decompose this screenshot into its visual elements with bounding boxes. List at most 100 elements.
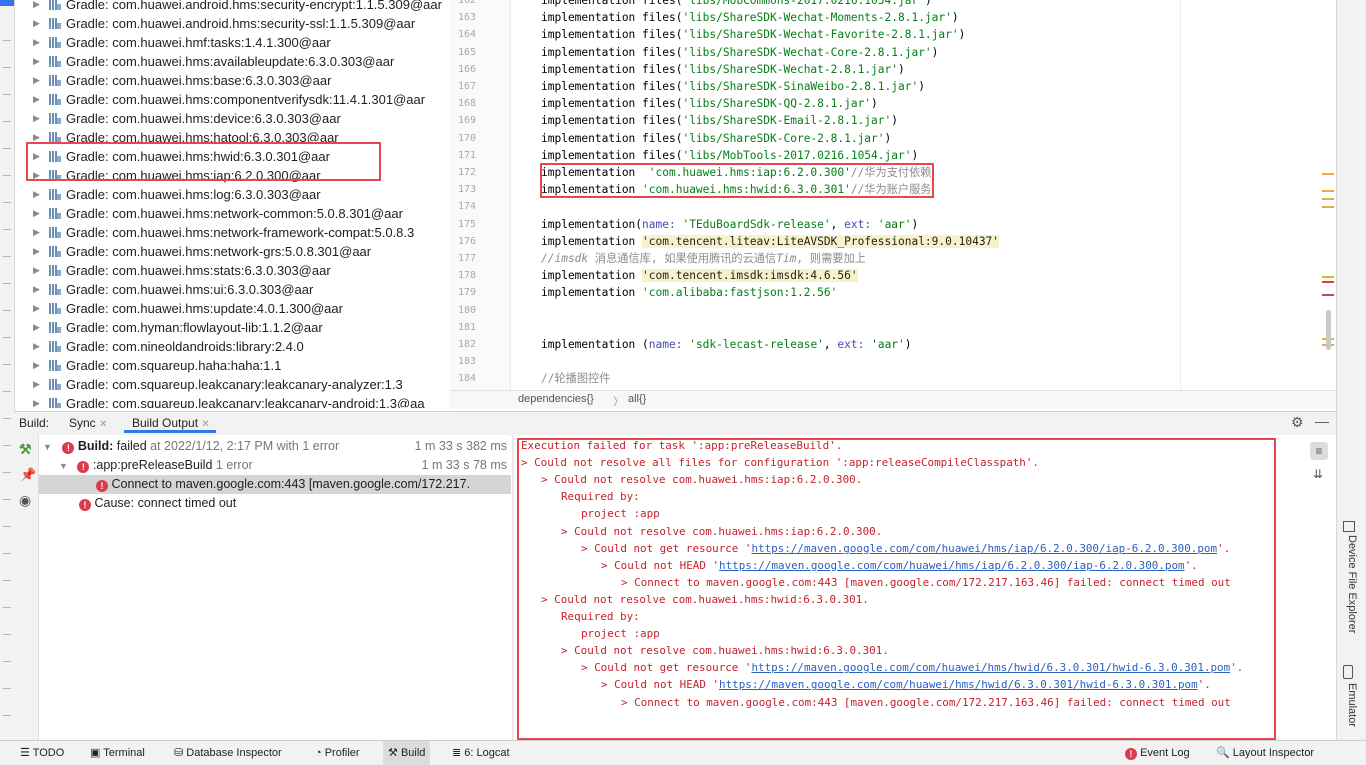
- project-tree-row[interactable]: ▶ Gradle: com.huawei.hms:device:6.3.0.303…: [15, 109, 449, 128]
- close-icon[interactable]: ✕: [201, 419, 209, 430]
- code-editor[interactable]: implementation files('libs/MobCommons-20…: [511, 0, 1179, 390]
- chevron-down-icon[interactable]: ▼: [59, 461, 68, 471]
- hammer-icon[interactable]: ⚒: [19, 441, 32, 458]
- code-line[interactable]: implementation files('libs/ShareSDK-Wech…: [541, 61, 905, 78]
- chevron-right-icon[interactable]: ▶: [33, 261, 43, 280]
- project-tree-row[interactable]: ▶ Gradle: com.huawei.hms:update:4.0.1.300…: [15, 299, 449, 318]
- project-tree[interactable]: ▶ Gradle: com.huawei.android.hms:security…: [15, 0, 449, 408]
- build-tree-row[interactable]: ▼ ! Build: failed at 2022/1/12, 2:17 PM …: [43, 437, 511, 456]
- build-tree-row[interactable]: ▼ ! :app:preReleaseBuild 1 error 1 m 33 …: [59, 456, 511, 475]
- breadcrumb-item[interactable]: all{}: [628, 393, 646, 405]
- chevron-right-icon[interactable]: ▶: [33, 242, 43, 261]
- code-line[interactable]: implementation files('libs/ShareSDK-QQ-2…: [541, 95, 878, 112]
- code-line[interactable]: implementation files('libs/MobCommons-20…: [541, 0, 932, 9]
- eye-icon[interactable]: ◉: [19, 492, 31, 509]
- code-line[interactable]: implementation 'com.tencent.liteav:LiteA…: [541, 233, 1000, 250]
- console-link[interactable]: https://maven.google.com/com/huawei/hms/…: [751, 542, 1217, 555]
- chevron-right-icon[interactable]: ▶: [33, 299, 43, 318]
- breadcrumb-item[interactable]: dependencies{}: [518, 393, 594, 405]
- warning-marker[interactable]: [1322, 276, 1334, 278]
- code-line[interactable]: //轮播图控件: [541, 370, 610, 387]
- project-tree-row[interactable]: ▶ Gradle: com.huawei.android.hms:security…: [15, 0, 449, 14]
- code-line[interactable]: implementation files('libs/ShareSDK-Core…: [541, 130, 891, 147]
- code-line[interactable]: implementation 'com.huawei.hms:hwid:6.3.…: [541, 181, 931, 198]
- code-line[interactable]: implementation files('libs/ShareSDK-Sina…: [541, 78, 925, 95]
- chevron-right-icon[interactable]: ▶: [33, 52, 43, 71]
- warning-marker[interactable]: [1322, 173, 1334, 175]
- build-tree-row[interactable]: ! Cause: connect timed out: [79, 494, 236, 513]
- chevron-right-icon[interactable]: ▶: [33, 394, 43, 408]
- chevron-right-icon[interactable]: ▶: [33, 128, 43, 147]
- chevron-down-icon[interactable]: ▼: [43, 442, 52, 452]
- project-tree-row[interactable]: ▶ Gradle: com.huawei.hms:network-framewor…: [15, 223, 449, 242]
- device-file-explorer-tab[interactable]: Device File Explorer: [1346, 535, 1358, 633]
- chevron-right-icon[interactable]: ▶: [33, 280, 43, 299]
- terminal-tab[interactable]: ▣ Terminal: [90, 741, 145, 765]
- chevron-right-icon[interactable]: ▶: [33, 14, 43, 33]
- project-tree-row[interactable]: ▶ Gradle: com.squareup.leakcanary:leakcan…: [15, 375, 449, 394]
- code-line[interactable]: //imsdk 消息通信库, 如果使用腾讯的云通信Tim, 则需要加上: [541, 250, 866, 267]
- project-tree-row[interactable]: ▶ Gradle: com.squareup.haha:haha:1.1: [15, 356, 449, 375]
- editor-scrollbar-thumb[interactable]: [1326, 310, 1331, 350]
- code-line[interactable]: implementation 'com.tencent.imsdk:imsdk:…: [541, 267, 858, 284]
- build-tab[interactable]: ⚒ Build: [383, 741, 431, 765]
- code-line[interactable]: implementation files('libs/MobTools-2017…: [541, 147, 918, 164]
- build-output-console[interactable]: Execution failed for task ':app:preRelea…: [514, 435, 1304, 740]
- project-tree-row[interactable]: ▶ Gradle: com.huawei.hmf:tasks:1.4.1.300@…: [15, 33, 449, 52]
- code-line[interactable]: implementation files('libs/ShareSDK-Wech…: [541, 44, 938, 61]
- code-line[interactable]: implementation (name: 'sdk-lecast-releas…: [541, 336, 912, 353]
- close-icon[interactable]: ✕: [99, 419, 107, 430]
- code-line[interactable]: implementation(name: 'TEduBoardSdk-relea…: [541, 216, 918, 233]
- minimize-icon[interactable]: —: [1315, 413, 1329, 429]
- chevron-right-icon[interactable]: ▶: [33, 90, 43, 109]
- warning-marker[interactable]: [1322, 198, 1334, 200]
- scroll-to-end-icon[interactable]: ⇊: [1313, 467, 1323, 481]
- console-link[interactable]: https://maven.google.com/com/huawei/hms/…: [719, 678, 1198, 691]
- warning-marker[interactable]: [1322, 190, 1334, 192]
- project-tree-row[interactable]: ▶ Gradle: com.squareup.leakcanary:leakcan…: [15, 394, 449, 408]
- editor-error-stripe[interactable]: [1320, 0, 1336, 390]
- project-tree-row[interactable]: ▶ Gradle: com.huawei.hms:componentverifys…: [15, 90, 449, 109]
- project-tree-row[interactable]: ▶ Gradle: com.huawei.hms:network-grs:5.0.…: [15, 242, 449, 261]
- chevron-right-icon[interactable]: ▶: [33, 356, 43, 375]
- build-tree-row-selected[interactable]: ! Connect to maven.google.com:443 [maven…: [39, 475, 511, 494]
- project-tree-row[interactable]: ▶ Gradle: com.hyman:flowlayout-lib:1.1.2@…: [15, 318, 449, 337]
- chevron-right-icon[interactable]: ▶: [33, 223, 43, 242]
- logcat-tab[interactable]: ≣ 6: Logcat: [452, 741, 510, 765]
- warning-marker[interactable]: [1322, 206, 1334, 208]
- code-line[interactable]: implementation files('libs/ShareSDK-Wech…: [541, 9, 959, 26]
- code-line[interactable]: implementation 'com.alibaba:fastjson:1.2…: [541, 284, 837, 301]
- code-line[interactable]: implementation files('libs/ShareSDK-Emai…: [541, 112, 898, 129]
- project-tree-row[interactable]: ▶ Gradle: com.huawei.hms:availableupdate:…: [15, 52, 449, 71]
- chevron-right-icon[interactable]: ▶: [33, 375, 43, 394]
- project-tree-row[interactable]: ▶ Gradle: com.huawei.hms:network-common:5…: [15, 204, 449, 223]
- chevron-right-icon[interactable]: ▶: [33, 71, 43, 90]
- project-tree-row[interactable]: ▶ Gradle: com.huawei.hms:hatool:6.3.0.303…: [15, 128, 449, 147]
- project-tree-row[interactable]: ▶ Gradle: com.huawei.hms:log:6.3.0.303@aa…: [15, 185, 449, 204]
- project-tree-row[interactable]: ▶ Gradle: com.huawei.hms:ui:6.3.0.303@aar: [15, 280, 449, 299]
- project-tree-row[interactable]: ▶ Gradle: com.huawei.hms:iap:6.2.0.300@aa…: [15, 166, 449, 185]
- gear-icon[interactable]: ⚙: [1291, 414, 1304, 431]
- tab-build-output[interactable]: Build Output ✕: [124, 412, 216, 433]
- error-marker[interactable]: [1322, 294, 1334, 296]
- project-tree-row[interactable]: ▶ Gradle: com.huawei.android.hms:security…: [15, 14, 449, 33]
- tab-sync[interactable]: Sync ✕: [69, 416, 107, 430]
- error-marker[interactable]: [1322, 281, 1334, 283]
- project-tree-row[interactable]: ▶ Gradle: com.nineoldandroids:library:2.4…: [15, 337, 449, 356]
- console-link[interactable]: https://maven.google.com/com/huawei/hms/…: [719, 559, 1185, 572]
- chevron-right-icon[interactable]: ▶: [33, 318, 43, 337]
- todo-tab[interactable]: ☰ TODO: [20, 741, 64, 765]
- chevron-right-icon[interactable]: ▶: [33, 33, 43, 52]
- database-inspector-tab[interactable]: ⛁ Database Inspector: [174, 741, 282, 765]
- soft-wrap-icon[interactable]: ≡: [1310, 442, 1328, 460]
- chevron-right-icon[interactable]: ▶: [33, 147, 43, 166]
- chevron-right-icon[interactable]: ▶: [33, 204, 43, 223]
- build-result-tree[interactable]: ▼ ! Build: failed at 2022/1/12, 2:17 PM …: [39, 435, 511, 740]
- code-line[interactable]: implementation files('libs/ShareSDK-Wech…: [541, 26, 965, 43]
- event-log-tab[interactable]: ! Event Log: [1125, 741, 1190, 765]
- emulator-tab[interactable]: Emulator: [1346, 683, 1358, 727]
- project-tree-row[interactable]: ▶ Gradle: com.huawei.hms:hwid:6.3.0.301@a…: [15, 147, 449, 166]
- chevron-right-icon[interactable]: ▶: [33, 337, 43, 356]
- project-tree-row[interactable]: ▶ Gradle: com.huawei.hms:stats:6.3.0.303@…: [15, 261, 449, 280]
- chevron-right-icon[interactable]: ▶: [33, 0, 43, 14]
